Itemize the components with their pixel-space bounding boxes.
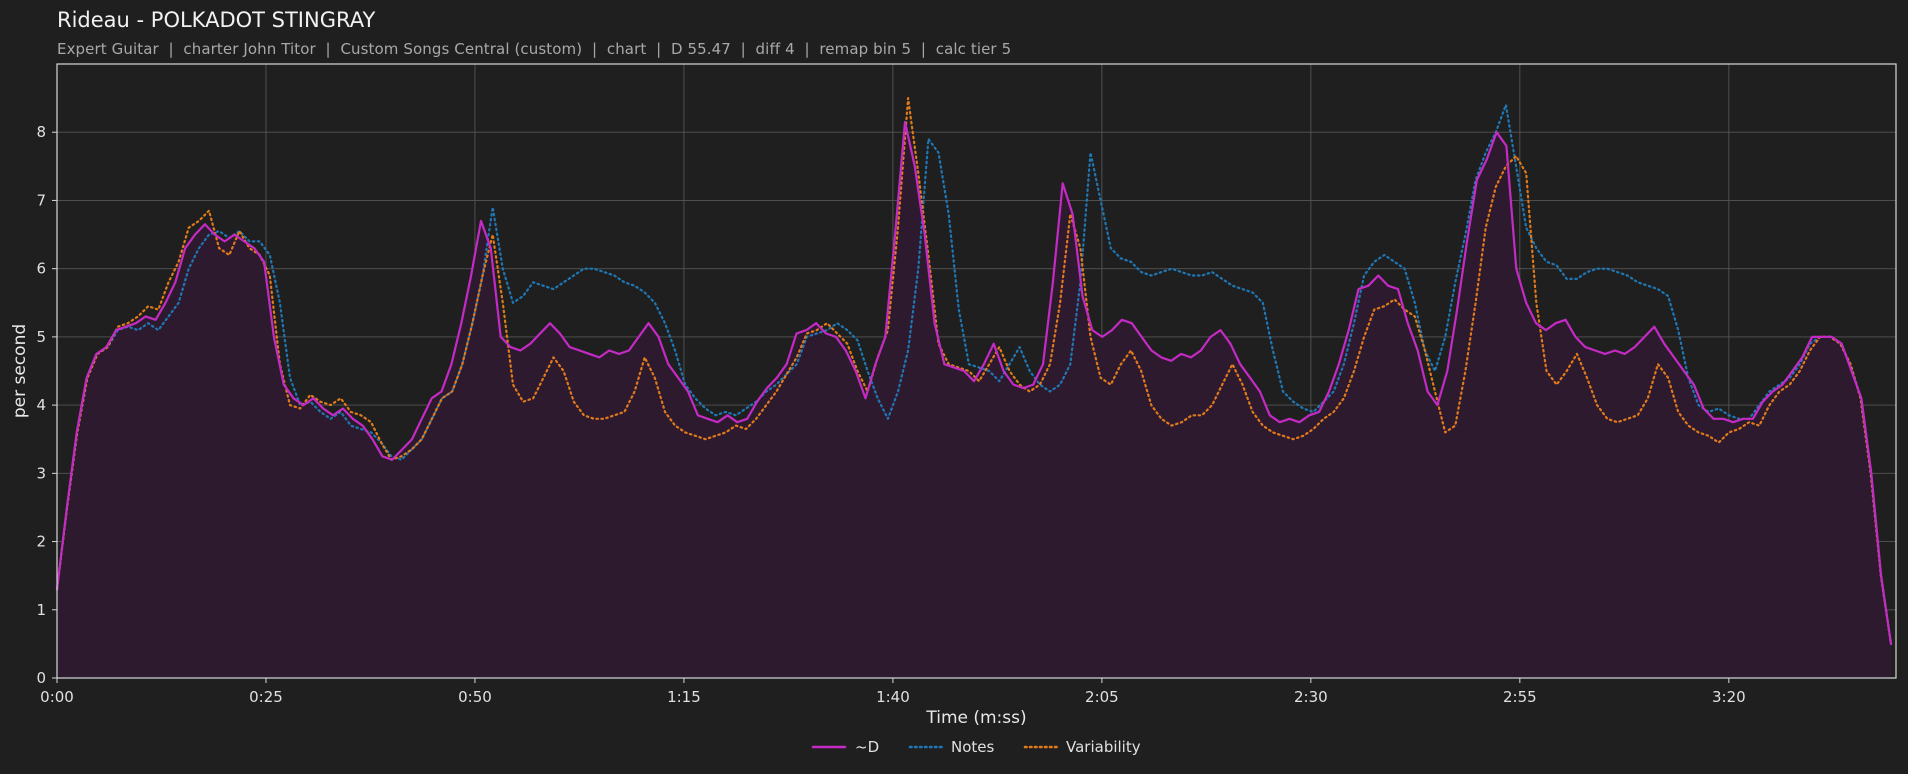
x-tick-label: 2:30	[1294, 688, 1328, 706]
legend-label: Notes	[951, 738, 995, 756]
line-chart: 0:00 0:25 0:50 1:15 1:40 2:05 2:30 2:55 3:20 0 1 2 3…	[10, 63, 1897, 756]
y-tick-label: 3	[36, 464, 46, 482]
y-tick-label: 0	[36, 669, 46, 687]
x-tick-label: 3:20	[1712, 688, 1746, 706]
x-tick-label: 1:15	[667, 688, 701, 706]
x-tick-label: 2:05	[1085, 688, 1119, 706]
x-tick-label: 0:25	[249, 688, 283, 706]
d-area	[57, 122, 1891, 678]
legend-label: Variability	[1066, 738, 1141, 756]
y-tick-label: 7	[36, 191, 46, 209]
y-tick-label: 5	[36, 328, 46, 346]
legend: ~D Notes Variability	[811, 738, 1141, 756]
x-tick-label: 0:00	[40, 688, 74, 706]
y-tick-label: 6	[36, 260, 46, 278]
x-axis-label: Time (m:ss)	[925, 708, 1026, 728]
legend-label: ~D	[855, 738, 879, 756]
x-tick-label: 2:55	[1503, 688, 1537, 706]
y-tick-label: 4	[36, 396, 46, 414]
y-axis-label: per second	[10, 324, 30, 418]
y-tick-label: 1	[36, 601, 46, 619]
d-area-fill	[57, 122, 1891, 678]
y-tick-label: 8	[36, 123, 46, 141]
y-tick-label: 2	[36, 533, 46, 551]
x-tick-label: 0:50	[458, 688, 492, 706]
x-tick-label: 1:40	[876, 688, 910, 706]
